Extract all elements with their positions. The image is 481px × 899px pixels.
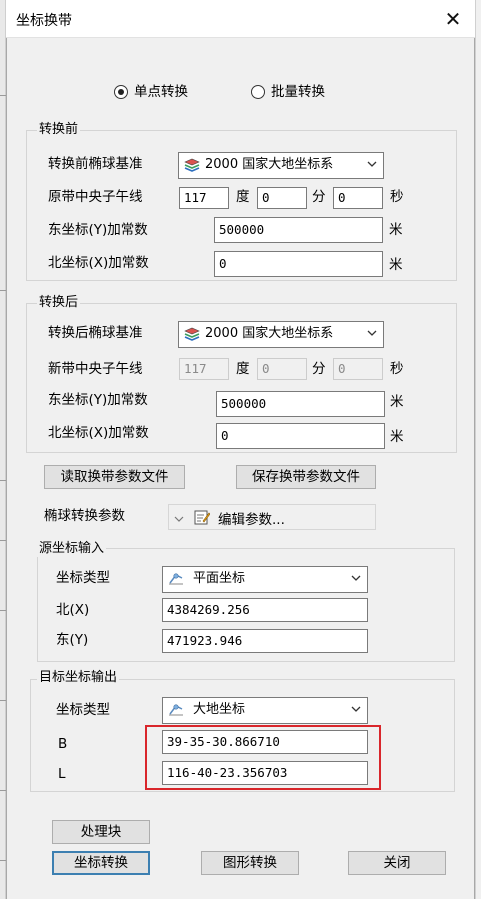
edit-params-icon <box>194 510 210 525</box>
after-meridian-label: 新带中央子午线 <box>48 361 143 377</box>
after-deg-unit: 度 <box>236 361 250 377</box>
source-type-value: 平面坐标 <box>193 571 246 586</box>
after-east-label: 东坐标(Y)加常数 <box>48 392 148 408</box>
close-button[interactable]: 关闭 <box>348 851 446 875</box>
source-north-input[interactable]: 4384269.256 <box>162 598 368 622</box>
ellipsoid-transform-label: 椭球转换参数 <box>44 508 125 524</box>
after-ellipsoid-value: 2000 国家大地坐标系 <box>205 326 334 341</box>
after-north-unit: 米 <box>390 429 404 445</box>
before-east-label: 东坐标(Y)加常数 <box>48 222 148 238</box>
before-east-input[interactable]: 500000 <box>214 217 383 243</box>
after-ellipsoid-label: 转换后椭球基准 <box>48 325 143 341</box>
target-type-label: 坐标类型 <box>56 702 110 718</box>
before-meridian-label: 原带中央子午线 <box>48 189 143 205</box>
plane-coordinate-icon <box>169 573 183 585</box>
chevron-down-icon <box>367 330 377 336</box>
before-meridian-sec-input[interactable]: 0 <box>333 187 383 209</box>
process-block-button[interactable]: 处理块 <box>52 820 150 844</box>
source-north-label: 北(X) <box>56 602 90 618</box>
highlight-annotation-box <box>145 725 381 790</box>
before-ellipsoid-label: 转换前椭球基准 <box>48 156 143 172</box>
before-group-label: 转换前 <box>37 122 81 138</box>
before-deg-unit: 度 <box>236 189 250 205</box>
save-param-file-button[interactable]: 保存换带参数文件 <box>236 465 376 489</box>
before-ellipsoid-value: 2000 国家大地坐标系 <box>205 157 334 172</box>
after-group-label: 转换后 <box>37 295 81 311</box>
after-north-label: 北坐标(X)加常数 <box>48 425 149 441</box>
after-meridian-min-input: 0 <box>257 358 307 380</box>
after-sec-unit: 秒 <box>390 361 404 377</box>
layers-icon <box>184 327 200 341</box>
target-type-value: 大地坐标 <box>193 702 246 717</box>
close-icon[interactable]: ✕ <box>439 6 467 32</box>
geodetic-coordinate-icon <box>169 704 183 716</box>
layers-icon <box>184 158 200 172</box>
after-meridian-deg-input: 117 <box>179 358 229 380</box>
chevron-down-icon <box>174 516 184 522</box>
source-east-label: 东(Y) <box>56 632 89 648</box>
before-north-label: 北坐标(X)加常数 <box>48 255 149 271</box>
ellipsoid-transform-select[interactable]: 编辑参数... <box>168 504 376 530</box>
after-east-input[interactable]: 500000 <box>216 391 385 417</box>
coord-convert-button[interactable]: 坐标转换 <box>52 851 150 875</box>
source-east-input[interactable]: 471923.946 <box>162 629 368 653</box>
single-mode-label[interactable]: 单点转换 <box>134 83 188 101</box>
graphic-convert-button[interactable]: 图形转换 <box>201 851 299 875</box>
target-b-label: B <box>58 736 68 752</box>
before-east-unit: 米 <box>389 222 403 238</box>
after-ellipsoid-select[interactable]: 2000 国家大地坐标系 <box>178 321 384 348</box>
batch-mode-radio[interactable] <box>251 85 265 99</box>
chevron-down-icon <box>367 161 377 167</box>
before-meridian-min-input[interactable]: 0 <box>257 187 307 209</box>
before-sec-unit: 秒 <box>390 189 404 205</box>
edit-params-label: 编辑参数... <box>218 512 285 528</box>
before-min-unit: 分 <box>312 189 326 205</box>
window-title: 坐标换带 <box>16 13 72 29</box>
target-group-label: 目标坐标输出 <box>37 670 120 686</box>
background-app-right-edge <box>475 0 481 899</box>
before-north-input[interactable]: 0 <box>214 251 383 277</box>
source-type-select[interactable]: 平面坐标 <box>162 566 368 593</box>
chevron-down-icon <box>351 575 361 581</box>
after-east-unit: 米 <box>390 394 404 410</box>
source-type-label: 坐标类型 <box>56 570 110 586</box>
target-l-label: L <box>58 766 66 782</box>
single-mode-radio[interactable] <box>114 85 128 99</box>
before-meridian-deg-input[interactable]: 117 <box>179 187 229 209</box>
target-type-select[interactable]: 大地坐标 <box>162 697 368 724</box>
before-ellipsoid-select[interactable]: 2000 国家大地坐标系 <box>178 152 384 179</box>
after-north-input[interactable]: 0 <box>216 423 385 449</box>
title-bar: 坐标换带 ✕ <box>6 0 475 38</box>
read-param-file-button[interactable]: 读取换带参数文件 <box>44 465 185 489</box>
before-north-unit: 米 <box>389 257 403 273</box>
batch-mode-label[interactable]: 批量转换 <box>271 83 325 101</box>
after-min-unit: 分 <box>312 361 326 377</box>
source-group-label: 源坐标输入 <box>37 541 107 557</box>
after-meridian-sec-input: 0 <box>333 358 383 380</box>
chevron-down-icon <box>351 706 361 712</box>
